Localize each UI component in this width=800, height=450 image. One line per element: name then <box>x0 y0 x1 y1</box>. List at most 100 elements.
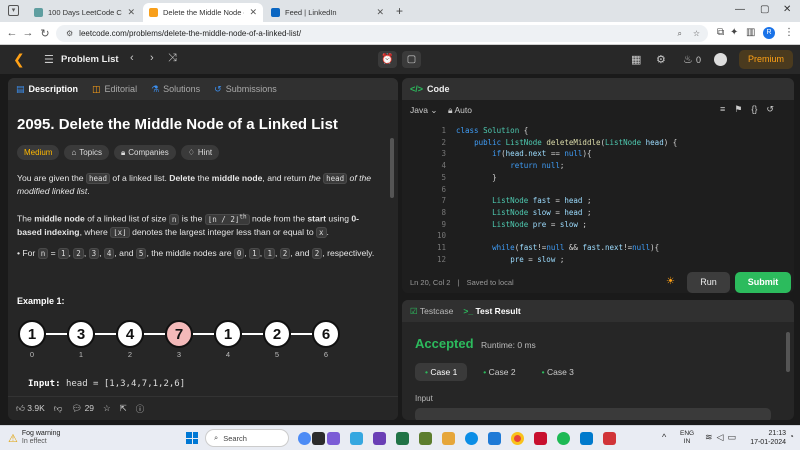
profile-avatar[interactable]: R <box>763 27 775 39</box>
code-editor[interactable]: 1 class Solution { 2 public ListNode dele… <box>402 126 794 266</box>
taskbar-app-icon[interactable] <box>442 432 455 445</box>
reload-icon[interactable]: ↻ <box>38 27 52 40</box>
problem-list-link[interactable]: Problem List <box>61 54 119 65</box>
case-tab-1[interactable]: • Case 1 <box>415 363 468 381</box>
favorite-star-icon[interactable]: ☆ <box>103 403 111 414</box>
tab-close-icon[interactable]: ✕ <box>127 7 135 18</box>
tab-test-result[interactable]: >_ Test Result <box>463 306 520 316</box>
user-avatar[interactable] <box>714 53 727 66</box>
bookmark-star-icon[interactable]: ☆ <box>693 29 700 38</box>
vscode-icon[interactable] <box>580 432 593 445</box>
start-button[interactable] <box>186 432 198 444</box>
browser-menu-icon[interactable]: ⋮ <box>784 27 794 38</box>
extension-icon[interactable]: ⧉ <box>717 27 724 38</box>
taskbar-app-icon[interactable] <box>534 432 547 445</box>
minimize-icon[interactable]: — <box>735 4 745 15</box>
forward-icon[interactable]: → <box>21 27 35 39</box>
taskbar-app-icon[interactable] <box>396 432 409 445</box>
tab-title: Feed | LinkedIn <box>285 8 337 17</box>
node-index: 4 <box>225 350 231 359</box>
back-icon[interactable]: ← <box>5 27 19 39</box>
address-bar[interactable]: ⚙ leetcode.com/problems/delete-the-middl… <box>56 25 708 42</box>
case-tab-3[interactable]: • Case 3 <box>532 363 584 381</box>
browser-tab-2[interactable]: Feed | LinkedIn ✕ <box>265 3 390 22</box>
like-button[interactable]: 👍︎ 3.9K <box>16 403 45 414</box>
comments-button[interactable]: 💬︎ 29 <box>71 403 94 414</box>
taskbar-app-icon[interactable] <box>312 432 325 445</box>
tab-solutions[interactable]: ⚗ Solutions <box>151 84 200 95</box>
submit-button[interactable]: Submit <box>735 272 791 293</box>
taskbar-app-icon[interactable] <box>419 432 432 445</box>
maximize-icon[interactable]: ▢ <box>760 4 769 15</box>
dislike-button[interactable]: 👎︎ <box>54 403 63 414</box>
chrome-icon[interactable] <box>511 432 524 445</box>
timer-button[interactable]: ⏰ <box>378 51 397 68</box>
thumbs-down-icon: 👎︎ <box>53 403 63 413</box>
taskbar-app-icon[interactable] <box>373 432 386 445</box>
taskbar-app-icon[interactable] <box>603 432 616 445</box>
next-problem-icon[interactable]: › <box>150 52 154 64</box>
help-icon[interactable]: ⓘ <box>136 403 145 415</box>
braces-icon[interactable]: {} <box>751 104 757 115</box>
language-select[interactable]: Java ⌄ <box>410 105 437 116</box>
zoom-icon[interactable]: ⌕ <box>678 29 682 39</box>
share-icon[interactable]: ⇱ <box>120 403 127 414</box>
difficulty-badge[interactable]: Medium <box>17 145 60 160</box>
tab-submissions[interactable]: ↺ Submissions <box>214 84 277 95</box>
sidebar-icon[interactable]: ▥ <box>746 27 755 38</box>
taskbar-app-icon[interactable] <box>350 432 363 445</box>
case-tab-2[interactable]: • Case 2 <box>473 363 525 381</box>
tab-editorial[interactable]: ◫ Editorial <box>92 84 137 95</box>
text: The <box>17 213 35 224</box>
taskbar-search[interactable]: ⌕ Search <box>205 429 289 447</box>
taskbar-app-icon[interactable] <box>327 432 340 445</box>
tab-search-icon[interactable]: ▾ <box>8 5 19 16</box>
run-button[interactable]: Run <box>687 272 730 293</box>
premium-button[interactable]: Premium <box>739 50 793 69</box>
list-icon[interactable]: ☰ <box>44 53 54 66</box>
prev-problem-icon[interactable]: ‹ <box>130 52 134 64</box>
line-number: 10 <box>436 231 446 241</box>
weather-widget[interactable]: ⚠ Fog warning In effect <box>8 430 60 446</box>
debug-icon[interactable]: ☀ <box>666 276 675 287</box>
spotify-icon[interactable] <box>557 432 570 445</box>
auto-mode-toggle[interactable]: 🔒︎ Auto <box>448 105 472 116</box>
lock-icon: 🔒︎ <box>448 105 453 115</box>
browser-tab-1[interactable]: Delete the Middle Node of a Linked List … <box>143 3 263 22</box>
code-line: 4 return null; <box>402 161 564 173</box>
new-tab-button[interactable]: + <box>396 4 403 18</box>
result-scrollbar[interactable] <box>786 332 790 372</box>
taskbar-app-icon[interactable] <box>488 432 501 445</box>
reset-icon[interactable]: ↺ <box>766 104 774 115</box>
problem-title[interactable]: 2095. Delete the Middle Node of a Linked… <box>17 116 338 133</box>
companies-tag[interactable]: 🔒︎ Companies <box>113 145 176 160</box>
system-tray[interactable]: ≋ ◁ ▭ <box>705 432 736 443</box>
line-number: 4 <box>441 161 446 171</box>
settings-gear-icon[interactable]: ⚙ <box>656 53 666 66</box>
browser-tab-0[interactable]: 100 Days LeetCode Challenge ✕ <box>28 3 141 22</box>
topics-tag[interactable]: ⌂ Topics <box>64 145 109 160</box>
close-window-icon[interactable]: ✕ <box>783 4 791 15</box>
leetcode-logo-icon[interactable]: ❮ <box>13 51 27 67</box>
bookmark-icon[interactable]: ⚑ <box>734 104 742 115</box>
language-indicator[interactable]: ENG IN <box>680 430 694 446</box>
scrollbar[interactable] <box>390 138 394 198</box>
hint-tag[interactable]: ♢ Hint <box>180 145 220 160</box>
tab-testcase[interactable]: ☑ Testcase <box>410 306 453 317</box>
tab-close-icon[interactable]: ✕ <box>249 7 257 18</box>
notification-bell-icon[interactable]: ◔ <box>789 432 794 441</box>
tab-description[interactable]: ▤ Description <box>16 84 78 95</box>
streak-fire-icon[interactable]: ♨ <box>683 53 693 66</box>
shuffle-icon[interactable]: ⤨ <box>168 52 177 65</box>
format-lines-icon[interactable]: ≡ <box>720 104 725 115</box>
taskbar-app-icon[interactable] <box>298 432 311 445</box>
tab-close-icon[interactable]: ✕ <box>376 7 384 18</box>
site-info-icon[interactable]: ⚙ <box>66 29 73 38</box>
taskbar-app-icon[interactable] <box>465 432 478 445</box>
show-hidden-icons[interactable]: ^ <box>662 432 666 442</box>
clock[interactable]: 21:13 17-01-2024 <box>748 429 786 447</box>
notes-button[interactable]: ▢ <box>402 51 421 68</box>
layout-grid-icon[interactable]: ▦ <box>631 53 641 66</box>
extensions-puzzle-icon[interactable]: ✦ <box>730 27 738 38</box>
checkbox-icon: ☑ <box>410 305 418 316</box>
